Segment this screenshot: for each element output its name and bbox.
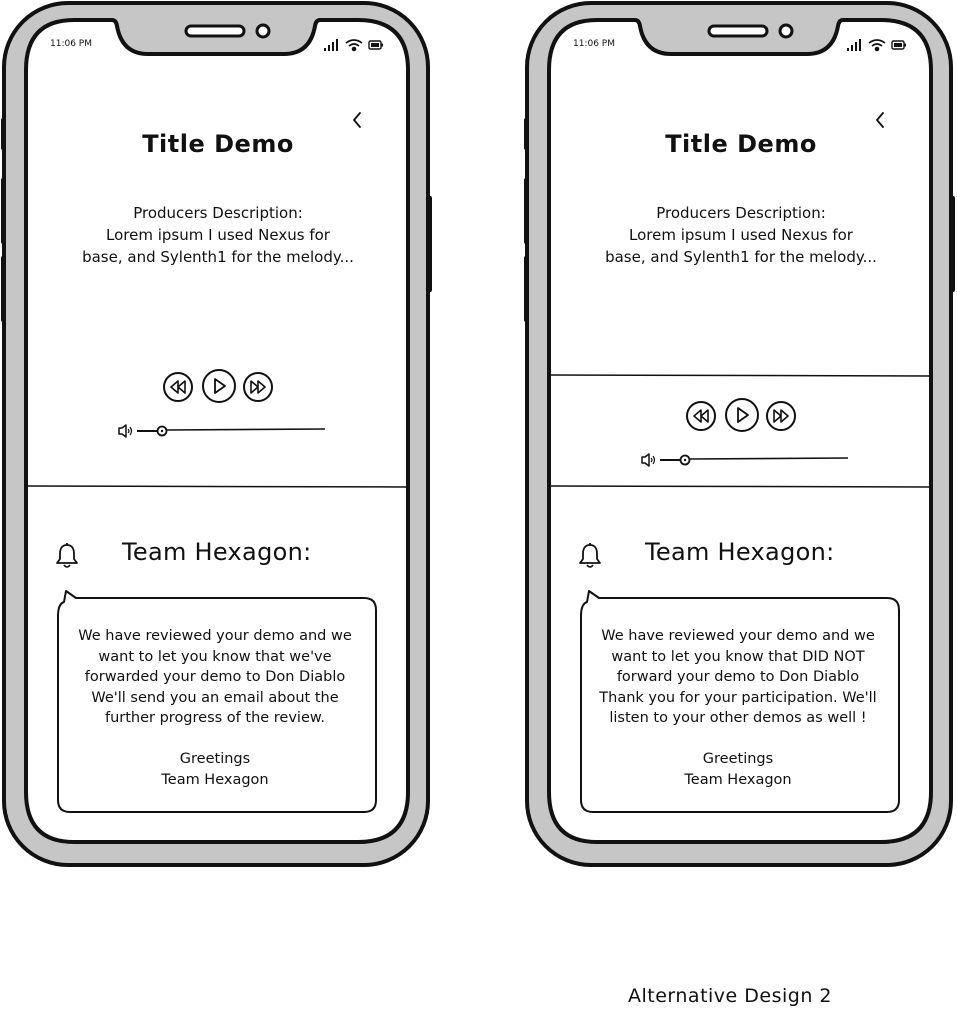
message-line: We have reviewed your demo and we [78, 628, 352, 644]
wifi-icon [345, 39, 363, 52]
speaker-icon [641, 453, 656, 467]
team-name: Team Hexagon: [645, 538, 835, 566]
fast-forward-icon[interactable] [765, 400, 797, 432]
message-line: Thank you for your participation. We'll [599, 689, 877, 706]
producer-description: Producers Description: Lorem ipsum I use… [50, 202, 386, 268]
back-button[interactable] [869, 108, 893, 132]
description-line: Producers Description: [133, 204, 303, 222]
battery-icon [368, 40, 383, 50]
message-signoff: Team Hexagon [684, 771, 792, 788]
description-line: Producers Description: [656, 204, 826, 222]
playback-controls [160, 368, 276, 406]
chevron-left-icon [876, 112, 884, 128]
producer-description: Producers Description: Lorem ipsum I use… [573, 202, 909, 268]
message-line: listen to your other demos as well ! [609, 710, 867, 726]
signal-icon [847, 39, 861, 51]
bell-icon [579, 543, 601, 568]
design-caption: Alternative Design 2 [628, 985, 833, 1007]
message-text: We have reviewed your demo and we want t… [585, 626, 891, 790]
message-line: further progress of the review. [104, 710, 326, 726]
message-line: forwarded your demo to Don Diablo [84, 669, 346, 685]
phone-mockup-2: 11:06 PM Title Demo Producers Descriptio… [523, 0, 955, 868]
back-button[interactable] [346, 108, 370, 132]
play-icon[interactable] [724, 397, 760, 433]
description-line: Lorem ipsum I used Nexus for [106, 226, 330, 244]
description-line: base, and Sylenth1 for the melody... [82, 248, 354, 266]
demo-title: Title Demo [142, 130, 294, 158]
bell-icon [56, 543, 78, 568]
message-line: forward your demo to Don Diablo [616, 669, 860, 685]
description-line: base, and Sylenth1 for the melody... [605, 248, 877, 266]
status-time: 11:06 PM [573, 39, 615, 49]
play-icon[interactable] [201, 368, 237, 404]
volume-slider[interactable] [117, 423, 329, 439]
message-line: want to let you know that we've [98, 648, 332, 665]
wifi-icon [868, 39, 886, 52]
rewind-icon[interactable] [162, 371, 194, 403]
rewind-icon[interactable] [685, 400, 717, 432]
fast-forward-icon[interactable] [242, 371, 274, 403]
status-time: 11:06 PM [50, 39, 92, 49]
message-line: We'll send you an email about the [91, 689, 339, 706]
team-name: Team Hexagon: [122, 538, 312, 566]
message-signoff: Greetings [179, 751, 251, 767]
status-icons [847, 39, 906, 52]
message-line: We have reviewed your demo and we [601, 628, 875, 644]
message-text: We have reviewed your demo and we want t… [62, 626, 368, 790]
demo-title: Title Demo [665, 130, 817, 158]
phone-mockup-1: 11:06 PM Title Demo Producers Descriptio… [0, 0, 432, 868]
message-signoff: Greetings [702, 751, 774, 767]
volume-slider[interactable] [640, 452, 852, 468]
status-icons [324, 39, 383, 52]
chevron-left-icon [353, 112, 361, 128]
signal-icon [324, 39, 338, 51]
message-line: want to let you know that DID NOT [611, 648, 865, 665]
playback-controls [683, 397, 799, 435]
description-line: Lorem ipsum I used Nexus for [629, 226, 853, 244]
message-signoff: Team Hexagon [161, 771, 269, 788]
battery-icon [891, 40, 906, 50]
speaker-icon [118, 424, 133, 438]
